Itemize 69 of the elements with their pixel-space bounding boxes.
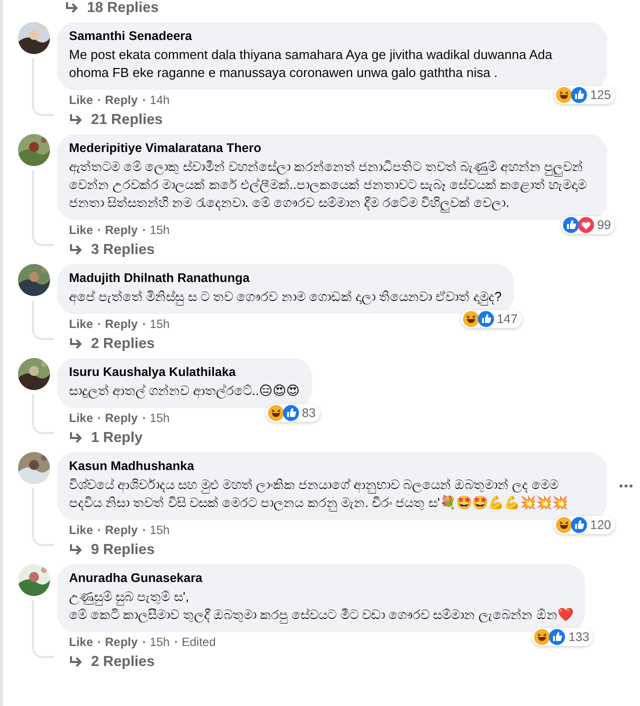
timestamp: 15h [150, 223, 170, 237]
author-name[interactable]: Samanthi Senadeera [69, 29, 595, 43]
reply-arrow-icon [69, 656, 83, 668]
timestamp: 15h [150, 317, 170, 331]
action-link[interactable]: Reply [105, 523, 138, 537]
author-name[interactable]: Madujith Dhilnath Ranathunga [69, 271, 502, 285]
action-link[interactable]: Reply [105, 93, 138, 107]
action-link[interactable]: Reply [105, 317, 138, 331]
comment-text: උණුසුම් සුබ පැතුම් ස', මේ කෙටි කාලසීමාව තුලදී ඔබතුමා කරපු සේවයට මීට වඩා ගෞරව සම්මාන ලැබෙන්න ඕන❤ [69, 588, 574, 624]
author-name[interactable]: Anuradha Gunasekara [69, 571, 574, 585]
view-replies-link[interactable]: 2 Replies [91, 336, 155, 352]
view-replies-link[interactable]: 2 Replies [91, 654, 155, 670]
action-link[interactable]: Reply [105, 411, 138, 425]
reply-arrow-icon [69, 544, 83, 556]
reactions-badge[interactable]: 83 [266, 404, 320, 422]
reply-arrow-icon [69, 114, 83, 126]
timestamp: 15h [150, 635, 170, 649]
action-link[interactable]: Reply [105, 635, 138, 649]
like-reaction-icon [549, 629, 566, 645]
action-link[interactable]: Reply [105, 223, 138, 237]
view-replies-link[interactable]: 18 Replies [87, 0, 159, 16]
view-replies-link[interactable]: 3 Replies [91, 242, 155, 258]
reply-arrow-icon [69, 432, 83, 444]
thread-line [32, 300, 54, 340]
author-name[interactable]: Mederipitiye Vimalaratana Thero [69, 141, 595, 155]
laughing-reaction-icon [556, 87, 572, 103]
thread-line [32, 58, 54, 116]
thread-line [32, 600, 54, 658]
like-reaction-icon [478, 311, 494, 327]
view-replies-link[interactable]: 1 Reply [91, 430, 143, 446]
comment-text: Me post ekata comment dala thiyana samahara Aya ge jivitha wadikal duwanna Ada ohoma FB eke raganne e manussaya coronawen unwa galo gaththa nisa . [69, 46, 554, 82]
thread-line [32, 394, 54, 434]
timestamp: 14h [150, 93, 170, 107]
more-options-icon[interactable] [619, 484, 633, 488]
thread-line [32, 488, 54, 546]
like-reaction-icon [571, 517, 588, 533]
like-reaction-icon [282, 405, 299, 421]
laughing-reaction-icon [556, 517, 572, 533]
author-name[interactable]: Isuru Kaushalya Kulathilaka [69, 365, 300, 379]
action-link[interactable]: Like [69, 523, 94, 537]
comment-text: අපේ පැත්තේ මිනිස්සු ස ට තව ගෞරව නාම ගොඩක් දාලා තියෙනවා ඒවාත් දාමුද? [69, 288, 502, 306]
like-reaction-icon [571, 87, 588, 103]
action-link[interactable]: Like [69, 411, 94, 425]
author-name[interactable]: Kasun Madhushanka [69, 459, 595, 473]
reactions-badge[interactable]: 133 [532, 628, 594, 646]
reply-arrow-icon [65, 2, 79, 14]
reply-arrow-icon [69, 338, 83, 350]
action-link[interactable]: Like [69, 317, 94, 331]
action-link[interactable]: Like [69, 93, 94, 107]
reactions-badge[interactable]: 147 [460, 310, 522, 328]
reactions-badge[interactable]: 120 [554, 516, 615, 534]
like-reaction-icon [563, 217, 580, 233]
laughing-reaction-icon [268, 405, 284, 421]
reply-arrow-icon [69, 244, 83, 256]
laughing-reaction-icon [462, 311, 479, 327]
view-replies-link[interactable]: 9 Replies [91, 542, 155, 558]
timestamp: 15h [150, 523, 170, 537]
action-link[interactable]: Like [69, 635, 94, 649]
action-link[interactable]: Like [69, 223, 94, 237]
reactions-badge[interactable]: 99 [561, 216, 615, 234]
reactions-badge[interactable]: 125 [554, 86, 615, 104]
timestamp: 15h [150, 411, 170, 425]
laughing-reaction-icon [534, 629, 550, 645]
timestamp: Edited [182, 635, 216, 649]
view-replies-link[interactable]: 21 Replies [91, 112, 163, 128]
comment-text: සාදුලත් ආතල් ගන්නව ආතල්රටේ..😑😍😍 [69, 382, 300, 400]
heart-reaction-icon [578, 217, 594, 233]
comment-text: විශ්වයේ ආශිර්වාදය සහ මුළු මහත් ලාංකික ජනයාගේ ආනුභාව බලයෙන් ඔබතුමාන් ලද මෙම පදවිය නිසා තවත් විසි වසක් මෙරට පාලනය කරනු මැන. චිරං ජයතු ස'💐🤩🤩💪💪💥💥💥 [69, 476, 569, 512]
comment-text: ඇත්තටම මේ ලොකු ස්වාමීන් වහන්සේලා කරන්නෙත් ජනාධිපතිට තවත් බැණුම් අහන්න පුලුවන් වෙන්න උරවක්ර මාලයක් කරේ එල්ලීමක්..පාලකයෙක් ජනතාවට සැබෑ සේවයක් කළොත් හැමදාම ජනතා සිත්සතන්හි නම රැදෙනවා. මේ ගෞරව සම්මාන දීම රටේම විහිලුවක් වෙලා. [69, 158, 595, 212]
